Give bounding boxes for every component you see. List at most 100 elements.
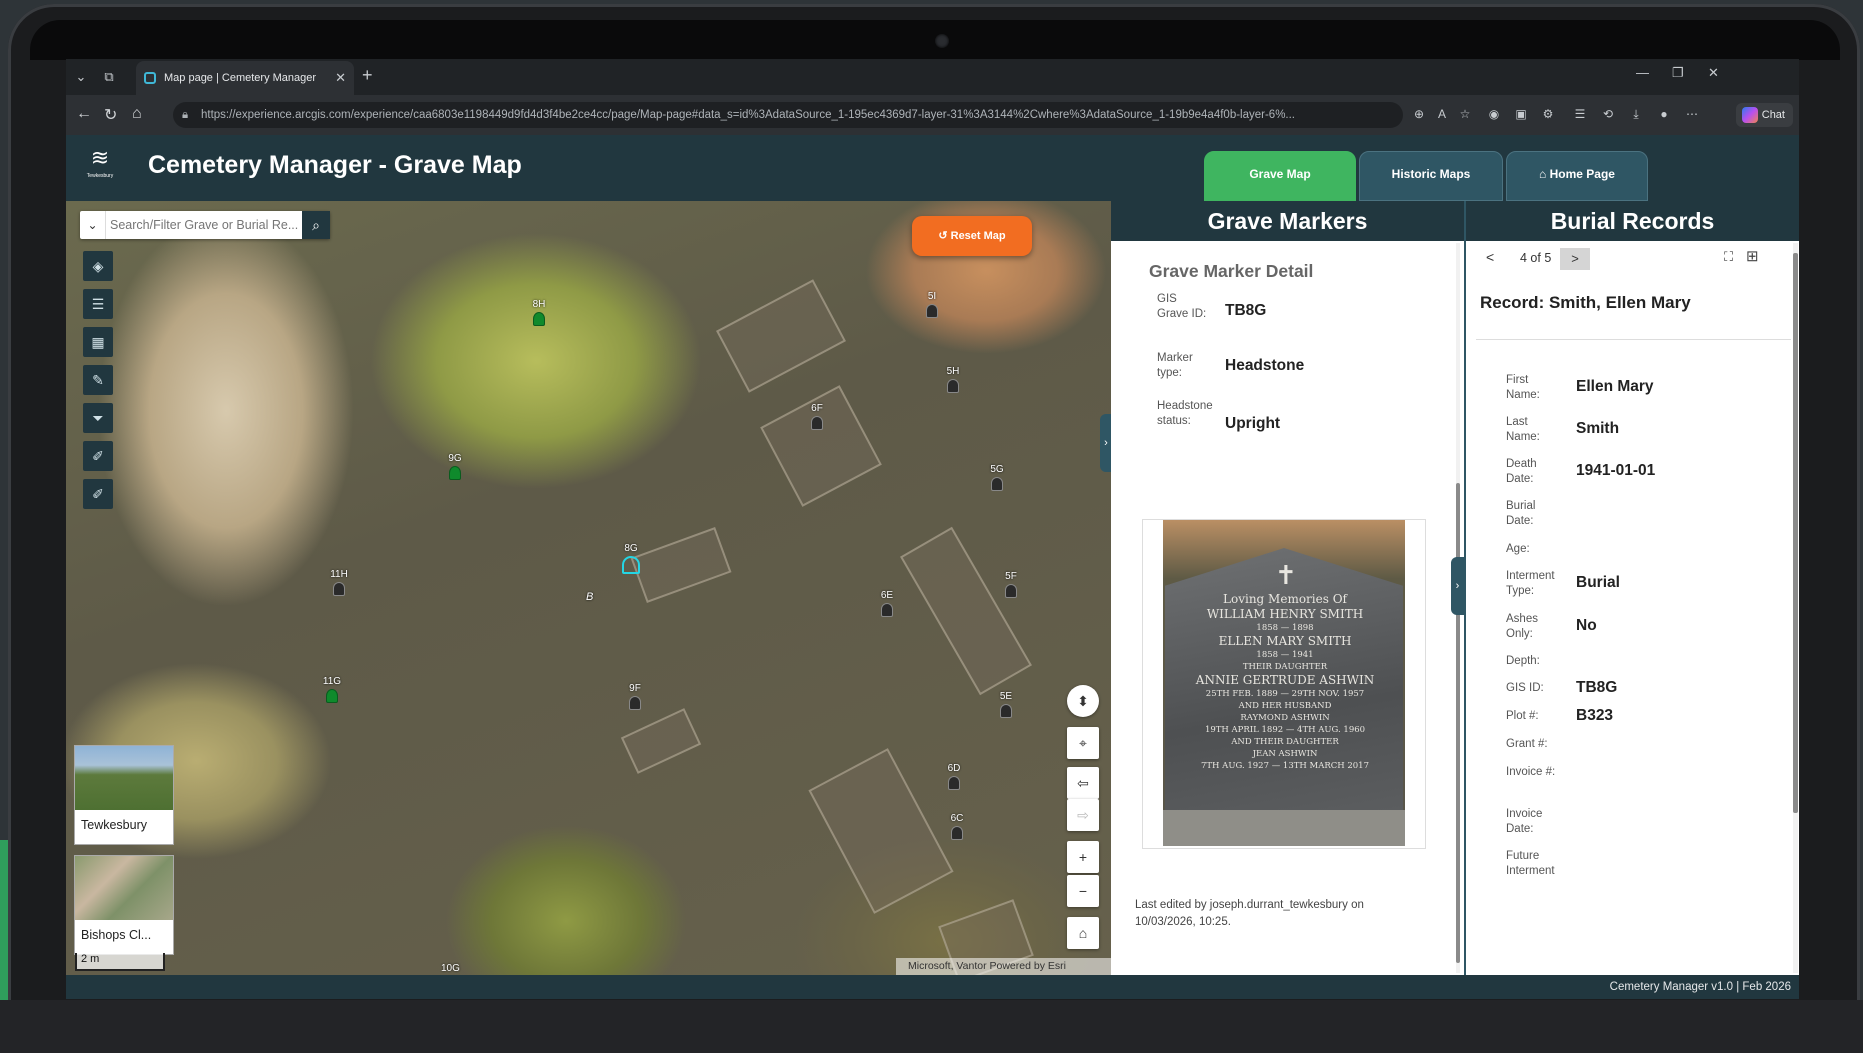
favorites-icon[interactable]: ☰ [1572, 106, 1588, 122]
grave-plot-outline [900, 526, 1032, 696]
reset-map-button[interactable]: ↺ Reset Map [912, 216, 1032, 256]
scale-bar: 2 m [75, 953, 165, 971]
last-edited-info: Last edited by joseph.durrant_tewkesbury… [1135, 899, 1364, 928]
minimize-icon[interactable]: — [1636, 65, 1649, 80]
grave-marker[interactable]: 6D [943, 763, 965, 793]
grave-marker[interactable]: 11H [328, 569, 350, 599]
grave-marker[interactable]: 5F [1000, 571, 1022, 601]
tab-title: Map page | Cemetery Manager [164, 72, 317, 84]
copilot-chat-button[interactable]: Chat [1735, 103, 1793, 127]
section-label: B [586, 591, 594, 603]
tab-home-page[interactable]: ⌂ Home Page [1506, 151, 1648, 201]
headstone-marker-icon [1005, 584, 1017, 598]
previous-record-icon[interactable]: < [1486, 249, 1494, 265]
grave-marker[interactable]: 9F [624, 683, 646, 713]
grid-view-icon[interactable]: ⊞ [1746, 247, 1759, 265]
headstone-marker-icon [951, 826, 963, 840]
measure-icon[interactable]: ✎ [83, 365, 113, 395]
grave-marker[interactable]: 9G [444, 453, 466, 483]
headstone-marker-icon [991, 477, 1003, 491]
zoom-in-icon[interactable]: + [1067, 841, 1099, 873]
collapse-panel-icon[interactable]: › [1451, 557, 1464, 615]
search-icon[interactable]: ⌕ [302, 211, 330, 239]
read-aloud-icon[interactable]: A [1434, 106, 1450, 122]
grave-plot-outline [620, 708, 702, 774]
browser-tab-bar: ⌄ ⧉ Map page | Cemetery Manager ✕ + — ❐ … [66, 59, 1799, 95]
close-window-icon[interactable]: ✕ [1708, 65, 1719, 81]
search-source-dropdown[interactable]: ⌄ [80, 211, 106, 239]
browser-tab[interactable]: Map page | Cemetery Manager ✕ [136, 61, 354, 95]
url-field[interactable]: 🔒︎ https://experience.arcgis.com/experie… [173, 102, 1403, 128]
locate-icon[interactable]: ⌖ [1067, 727, 1099, 759]
tab-actions-icon[interactable]: ⌄ [70, 66, 92, 88]
grave-marker[interactable]: 6E [876, 590, 898, 620]
grave-marker[interactable]: 5G [986, 464, 1008, 494]
history-icon[interactable]: ⟲ [1600, 106, 1616, 122]
grave-marker[interactable]: 6F [806, 403, 828, 433]
layers-icon[interactable]: ◈ [83, 251, 113, 281]
headstone-inscription: Loving Memories Of WILLIAM HENRY SMITH 1… [1195, 592, 1375, 771]
scrollbar[interactable] [1793, 243, 1798, 973]
refresh-icon[interactable]: ↻ [104, 105, 117, 125]
profile-avatar-icon[interactable]: ● [1656, 106, 1672, 122]
headstone-marker-icon [947, 379, 959, 393]
map-edge-label: 10G [441, 963, 460, 974]
record-count: 4 of 5 [1520, 251, 1552, 265]
more-icon[interactable]: ⋯ [1684, 106, 1700, 122]
grave-map[interactable]: 8H 5I 5H 6F 9G 5G 8G 11H 6E 5F 11G 9F 5E… [66, 201, 1111, 975]
restore-icon[interactable]: ❐ [1672, 65, 1684, 81]
new-tab-icon[interactable]: + [362, 65, 373, 86]
headstone-marker-icon [1000, 704, 1012, 718]
burial-records-panel: Burial Records < 4 of 5 > ⛶ ⊞ Record: Sm… [1464, 201, 1799, 975]
edit-records-icon[interactable]: ✐ [83, 479, 113, 509]
grave-marker[interactable]: 5I [921, 291, 943, 321]
tree-marker-icon [533, 312, 545, 326]
tab-historic-maps[interactable]: Historic Maps [1359, 151, 1503, 201]
clear-selection-icon[interactable]: ⛶ [1724, 249, 1733, 265]
search-bar: ⌄ ⌕ [80, 211, 330, 239]
map-attribution: Microsoft, Vantor Powered by Esri [896, 958, 1111, 975]
extension-icon[interactable]: ◉ [1486, 106, 1502, 122]
grave-marker[interactable]: 5E [995, 691, 1017, 721]
home-extent-icon[interactable]: ⌂ [1067, 917, 1099, 949]
grave-marker-selected[interactable]: 8G [620, 543, 642, 574]
extensions-icon[interactable]: ⚙ [1540, 106, 1556, 122]
compass-icon[interactable]: ⬍ [1067, 685, 1099, 717]
home-icon[interactable]: ⌂ [132, 105, 142, 123]
workspaces-icon[interactable]: ⧉ [98, 66, 120, 88]
grave-marker[interactable]: 8H [528, 299, 550, 329]
extension-icon[interactable]: ▣ [1513, 106, 1529, 122]
selected-marker-icon [622, 556, 640, 574]
tab-close-icon[interactable]: ✕ [335, 61, 346, 95]
grave-marker[interactable]: 6C [946, 813, 968, 843]
back-icon[interactable]: ← [76, 105, 92, 123]
downloads-icon[interactable]: ⤓ [1628, 106, 1644, 122]
grave-photo-frame: ✝ Loving Memories Of WILLIAM HENRY SMITH… [1142, 519, 1426, 849]
cross-icon: ✝ [1275, 560, 1297, 590]
headstone-marker-icon [333, 582, 345, 596]
grave-plot-outline [808, 748, 954, 914]
app-header: ≋ Tewkesbury Cemetery Manager - Grave Map… [66, 135, 1799, 201]
basemap-thumbnail [75, 746, 173, 810]
grave-marker[interactable]: 5H [942, 366, 964, 396]
zoom-out-icon[interactable]: − [1067, 875, 1099, 907]
basemap-gallery-icon[interactable]: ▦ [83, 327, 113, 357]
basemap-tewkesbury[interactable]: Tewkesbury [74, 745, 174, 845]
previous-extent-icon[interactable]: ⇦ [1067, 767, 1099, 799]
filter-icon[interactable]: ⏷ [83, 403, 113, 433]
search-input[interactable] [110, 215, 300, 235]
tab-grave-map[interactable]: Grave Map [1204, 151, 1356, 201]
tree-marker-icon [449, 466, 461, 480]
next-extent-icon[interactable]: ⇨ [1067, 799, 1099, 831]
background-accent [0, 840, 8, 1000]
webcam [935, 34, 949, 48]
zoom-icon[interactable]: ⊕ [1411, 106, 1427, 122]
next-record-icon[interactable]: > [1560, 248, 1590, 270]
headstone-marker-icon [926, 304, 938, 318]
basemap-bishops-cleeve[interactable]: Bishops Cl... [74, 855, 174, 955]
legend-list-icon[interactable]: ☰ [83, 289, 113, 319]
grave-marker[interactable]: 11G [321, 676, 343, 706]
headstone-photo[interactable]: ✝ Loving Memories Of WILLIAM HENRY SMITH… [1163, 520, 1405, 846]
favorite-star-icon[interactable]: ☆ [1457, 106, 1473, 122]
edit-icon[interactable]: ✐ [83, 441, 113, 471]
